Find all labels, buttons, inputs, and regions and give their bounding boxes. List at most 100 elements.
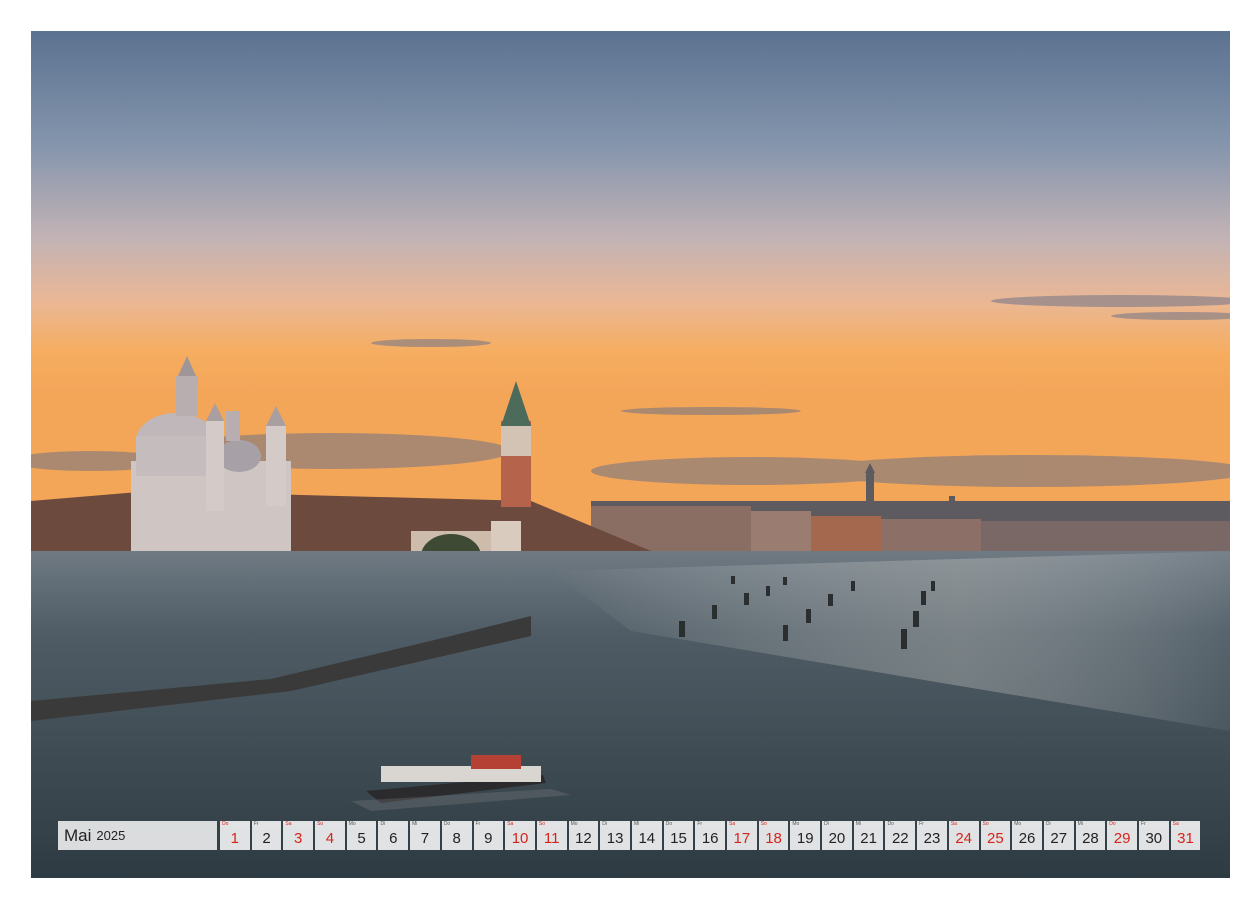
day-cells: Do 1 Fr 2 Sa 3 So 4 Mo 5 Di 6 Mi 7 Do 8 Fr 9 Sa 10 So 11 Mo 12 D… <box>220 821 1201 850</box>
weekday-label: Mi <box>633 821 640 827</box>
day-number: 15 <box>670 830 687 847</box>
day-number: 6 <box>389 830 398 847</box>
day-cell: Do 29 <box>1107 821 1137 850</box>
weekday-label: Do <box>665 821 673 827</box>
weekday-label: Fr <box>919 821 924 827</box>
day-cell: Sa 17 <box>727 821 757 850</box>
weekday-label: Di <box>824 821 829 827</box>
day-number: 11 <box>543 830 560 847</box>
weekday-label: So <box>317 821 324 827</box>
day-cell: So 4 <box>315 821 345 850</box>
weekday-label: Mi <box>855 821 862 827</box>
day-number: 27 <box>1050 830 1068 847</box>
day-number: 19 <box>796 830 814 847</box>
day-number: 30 <box>1145 830 1163 847</box>
weekday-label: Mo <box>570 821 578 827</box>
calendar-page: Mai 2025 Do 1 Fr 2 Sa 3 So 4 Mo 5 Di 6 Mi 7 Do 8 Fr 9 Sa 10… <box>0 0 1260 908</box>
day-cell: Mo 19 <box>790 821 821 850</box>
day-number: 9 <box>484 830 493 847</box>
day-number: 31 <box>1177 830 1194 847</box>
day-number: 17 <box>733 830 751 847</box>
weekday-label: Di <box>380 821 386 827</box>
day-cell: Mi 28 <box>1075 821 1106 850</box>
day-number: 25 <box>987 830 1004 847</box>
day-number: 5 <box>357 830 366 847</box>
weekday-label: Fr <box>475 821 481 827</box>
day-number: 24 <box>955 830 972 847</box>
weekday-label: Mo <box>348 821 356 827</box>
weekday-label: Do <box>222 821 229 827</box>
day-number: 16 <box>701 830 719 847</box>
day-cell: Di 27 <box>1043 821 1074 850</box>
weekday-label: Sa <box>507 821 514 827</box>
day-cell: Mi 21 <box>853 821 884 850</box>
day-cell: Do 1 <box>220 821 250 850</box>
day-number: 12 <box>575 830 592 847</box>
weekday-label: Mi <box>1077 821 1083 827</box>
day-number: 22 <box>891 830 909 847</box>
weekday-label: Do <box>1109 821 1116 827</box>
day-cell: Di 6 <box>378 821 409 850</box>
day-cell: Di 20 <box>822 821 852 850</box>
weekday-label: Sa <box>1172 821 1179 827</box>
weekday-label: Mo <box>792 821 800 827</box>
day-cell: Do 15 <box>663 821 694 850</box>
weekday-label: So <box>982 821 989 827</box>
day-cell: Sa 3 <box>283 821 314 850</box>
day-number: 10 <box>511 830 529 847</box>
day-number: 3 <box>294 830 303 847</box>
day-number: 7 <box>420 830 430 847</box>
day-number: 18 <box>765 830 782 847</box>
month-name: Mai <box>64 825 92 845</box>
weekday-label: Do <box>887 821 894 827</box>
month-year: 2025 <box>96 828 126 843</box>
day-number: 29 <box>1113 830 1131 847</box>
calendar-strip: Mai 2025 Do 1 Fr 2 Sa 3 So 4 Mo 5 Di 6 Mi 7 Do 8 Fr 9 Sa 10… <box>58 821 1202 850</box>
weekday-label: Mi <box>412 821 418 827</box>
day-cell: So 11 <box>536 821 567 850</box>
day-number: 14 <box>638 830 656 847</box>
day-cell: Mo 5 <box>346 821 377 850</box>
day-number: 2 <box>262 830 271 847</box>
day-number: 26 <box>1018 830 1036 847</box>
weekday-label: So <box>760 821 767 827</box>
day-cell: Di 13 <box>600 821 630 850</box>
weekday-label: Fr <box>253 821 259 827</box>
weekday-label: Sa <box>729 821 736 827</box>
day-number: 23 <box>923 830 941 847</box>
venice-sunset-photo <box>31 31 1230 878</box>
weekday-label: Do <box>443 821 451 827</box>
weekday-label: Fr <box>697 821 703 827</box>
day-cell: Sa 31 <box>1170 821 1201 850</box>
day-number: 20 <box>828 830 846 847</box>
day-number: 13 <box>606 830 624 847</box>
day-cell: Mo 26 <box>1012 821 1042 850</box>
day-cell: Sa 10 <box>505 821 535 850</box>
weekday-label: Fr <box>1140 821 1146 827</box>
day-cell: Mi 7 <box>410 821 440 850</box>
day-number: 8 <box>452 830 461 847</box>
day-cell: Mo 12 <box>568 821 599 850</box>
day-cell: So 25 <box>980 821 1011 850</box>
day-cell: Mi 14 <box>631 821 662 850</box>
day-cell: Do 22 <box>885 821 916 850</box>
weekday-label: Di <box>1045 821 1051 827</box>
day-cell: Fr 2 <box>251 821 282 850</box>
weekday-label: Sa <box>285 821 292 827</box>
day-cell: Do 8 <box>441 821 472 850</box>
day-cell: So 18 <box>758 821 789 850</box>
day-cell: Fr 9 <box>473 821 504 850</box>
day-cell: Fr 30 <box>1138 821 1169 850</box>
weekday-label: So <box>538 821 545 827</box>
day-cell: Fr 23 <box>917 821 947 850</box>
weekday-label: Mo <box>1014 821 1022 827</box>
photo-illustration <box>31 31 1230 878</box>
day-cell: Fr 16 <box>695 821 725 850</box>
weekday-label: Di <box>602 821 607 827</box>
day-number: 28 <box>1082 830 1099 847</box>
day-number: 4 <box>325 830 335 847</box>
month-label: Mai 2025 <box>58 821 217 850</box>
day-number: 1 <box>230 830 240 847</box>
day-cell: Sa 24 <box>948 821 979 850</box>
weekday-label: Sa <box>950 821 957 827</box>
